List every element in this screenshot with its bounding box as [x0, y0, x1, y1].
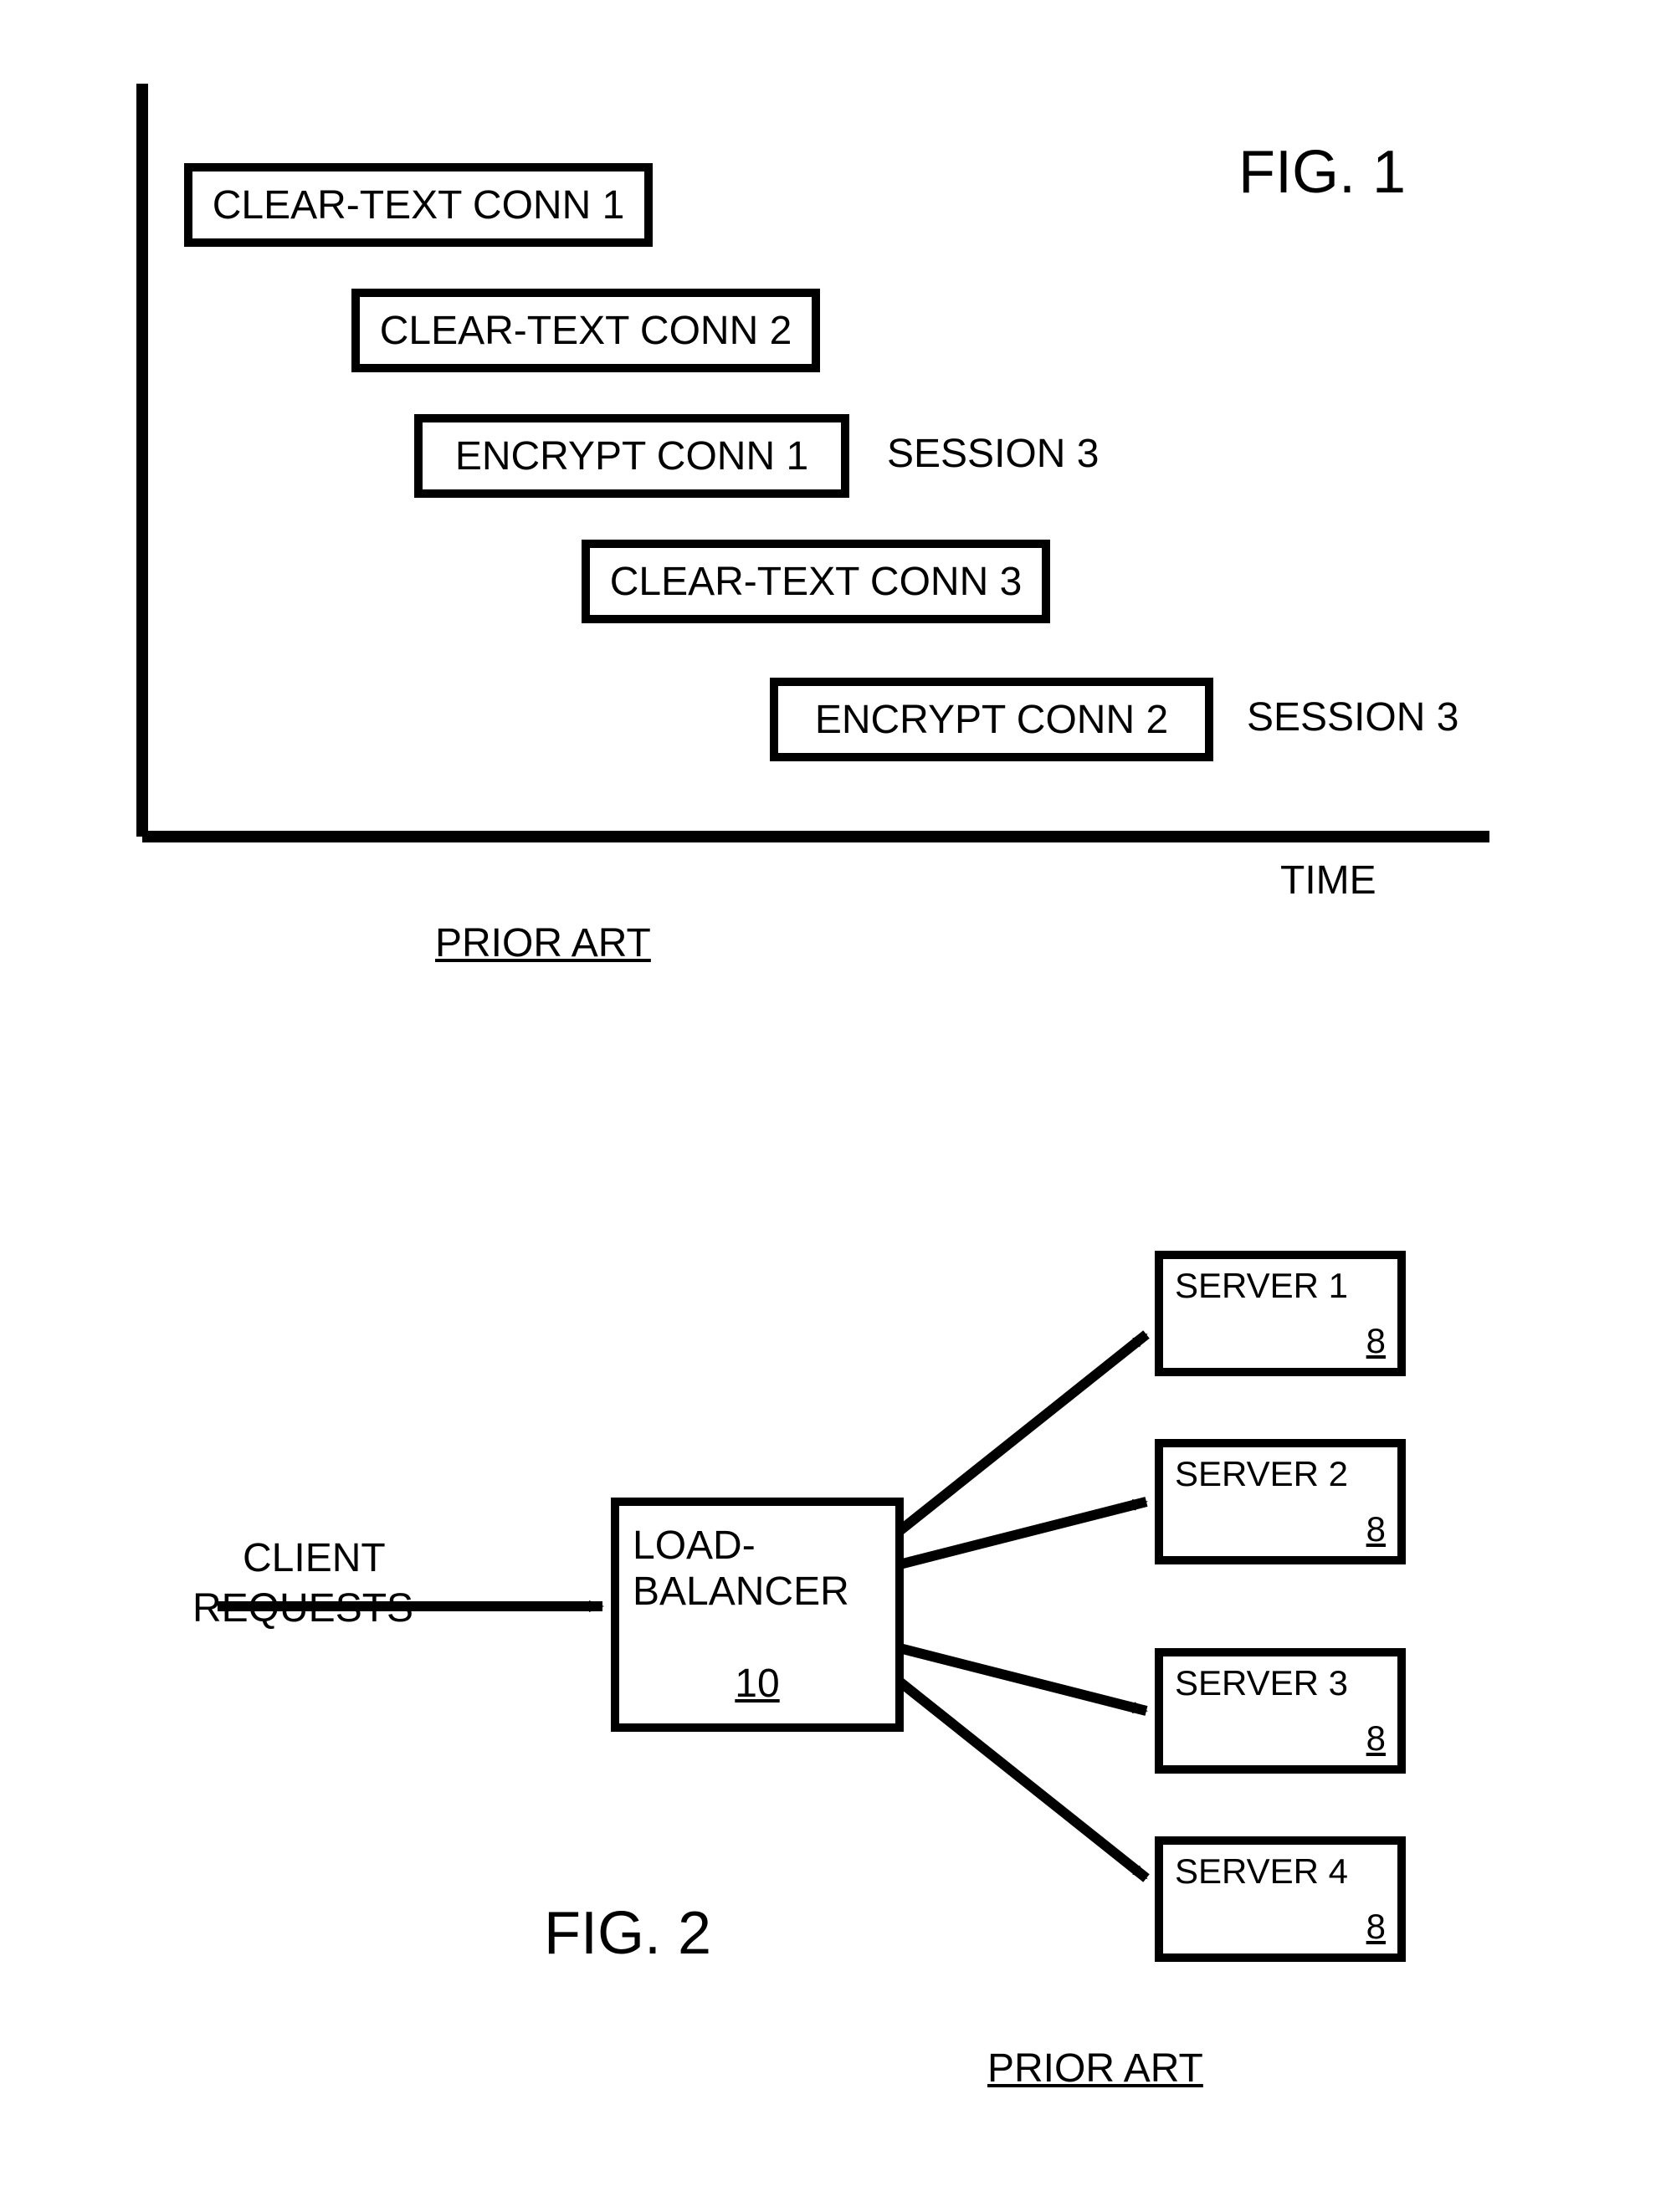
- server-2-ref: 8: [1175, 1509, 1386, 1549]
- server-4-box: SERVER 4 8: [1155, 1836, 1406, 1962]
- fig1-caption: PRIOR ART: [435, 920, 651, 966]
- load-balancer-label: LOAD- BALANCER: [633, 1523, 882, 1615]
- server-3-label: SERVER 3: [1175, 1663, 1386, 1703]
- bar-cleartext-conn-2: CLEAR-TEXT CONN 2: [351, 289, 820, 372]
- fig2-caption: PRIOR ART: [987, 2046, 1203, 2092]
- bar-cleartext-conn-3: CLEAR-TEXT CONN 3: [582, 540, 1050, 623]
- server-4-ref: 8: [1175, 1907, 1386, 1947]
- fig1-title: FIG. 1: [1238, 138, 1406, 207]
- server-2-label: SERVER 2: [1175, 1454, 1386, 1494]
- bar-cleartext-conn-1: CLEAR-TEXT CONN 1: [184, 163, 653, 247]
- server-1-label: SERVER 1: [1175, 1266, 1386, 1306]
- page: FIG. 1 CLEAR-TEXT CONN 1 CLEAR-TEXT CONN…: [0, 0, 1666, 2212]
- session-label-1: SESSION 3: [887, 431, 1099, 477]
- bar-encrypt-conn-2: ENCRYPT CONN 2: [770, 678, 1213, 761]
- bar-encrypt-conn-1: ENCRYPT CONN 1: [414, 414, 849, 498]
- fig2-title: FIG. 2: [544, 1899, 711, 1968]
- client-label-bottom: REQUESTS: [192, 1585, 413, 1631]
- client-label-top: CLIENT: [243, 1535, 386, 1581]
- server-4-label: SERVER 4: [1175, 1851, 1386, 1892]
- load-balancer-ref: 10: [633, 1661, 882, 1707]
- axes-and-arrows: [0, 0, 1666, 2212]
- server-1-ref: 8: [1175, 1321, 1386, 1361]
- load-balancer-box: LOAD- BALANCER 10: [611, 1498, 904, 1732]
- session-label-2: SESSION 3: [1247, 694, 1458, 740]
- server-2-box: SERVER 2 8: [1155, 1439, 1406, 1564]
- server-3-ref: 8: [1175, 1718, 1386, 1759]
- x-axis-label: TIME: [1280, 858, 1376, 904]
- server-1-box: SERVER 1 8: [1155, 1251, 1406, 1376]
- server-3-box: SERVER 3 8: [1155, 1648, 1406, 1774]
